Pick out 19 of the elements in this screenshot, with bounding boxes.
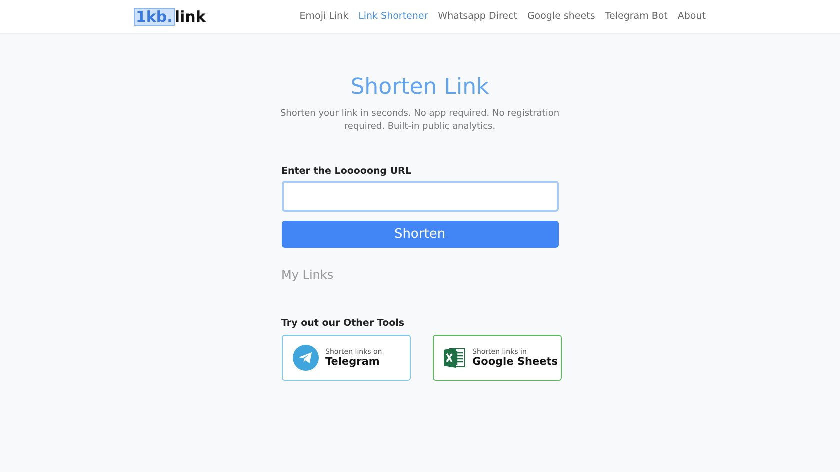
section-heading: My Links <box>282 268 335 282</box>
section-heading: Try out our Other Tools <box>282 318 406 329</box>
field-label: Enter the Looooong URL <box>282 166 412 177</box>
tool-name: Google Sheets <box>472 356 558 368</box>
page-title: Shorten Link <box>350 74 490 102</box>
spreadsheet-icon <box>444 348 466 368</box>
nav-link[interactable]: Telegram Bot <box>605 11 668 22</box>
url-input-field[interactable] <box>282 181 558 212</box>
page-subtitle: Shorten your link in seconds. No app required. No registration required. Built-in public analytics. <box>279 108 561 134</box>
shorten-button[interactable]: Shorten <box>282 221 558 248</box>
nav-link[interactable]: Link Shortener <box>358 11 428 22</box>
nav-link[interactable]: Whatsapp Direct <box>438 11 518 22</box>
paper-plane-icon <box>292 345 318 371</box>
logo-mark[interactable]: 1kb. <box>134 8 175 26</box>
nav-link[interactable]: Google sheets <box>527 11 596 22</box>
tool-name: Telegram <box>326 356 381 368</box>
nav-link[interactable]: About <box>678 11 706 22</box>
nav-link[interactable]: Emoji Link <box>300 11 349 22</box>
logo-text[interactable]: link <box>174 8 206 26</box>
